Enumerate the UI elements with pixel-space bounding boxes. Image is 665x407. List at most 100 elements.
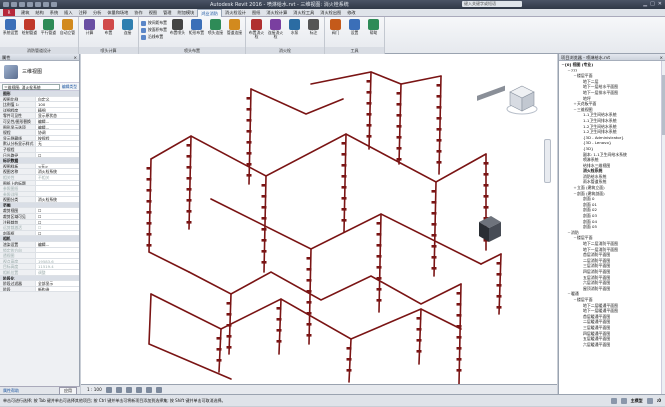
- pipe-fitting[interactable]: [186, 199, 192, 202]
- browser-node[interactable]: 六层暖通平面图: [559, 342, 665, 348]
- pipe-fitting[interactable]: [366, 80, 372, 83]
- pipe-fitting[interactable]: [306, 301, 312, 304]
- pipe-fitting[interactable]: [186, 166, 192, 169]
- edit-type-button[interactable]: 编辑类型: [62, 84, 77, 90]
- pipe-fitting[interactable]: [483, 184, 489, 187]
- pipe-segment[interactable]: [150, 133, 487, 183]
- property-value[interactable]: 协调: [36, 130, 79, 135]
- pipe-fitting[interactable]: [186, 155, 192, 158]
- pipe-fitting[interactable]: [306, 257, 312, 260]
- pipe-fitting[interactable]: [456, 347, 462, 350]
- tab-9[interactable]: 管理: [160, 9, 174, 17]
- viewcube[interactable]: [505, 82, 539, 118]
- property-value[interactable]: 100: [36, 102, 79, 107]
- pipe-fitting[interactable]: [483, 206, 489, 209]
- pipe-fitting[interactable]: [436, 106, 442, 109]
- tab-17[interactable]: 修改: [344, 9, 358, 17]
- save-icon[interactable]: [11, 2, 17, 7]
- close-icon[interactable]: ✕: [658, 1, 662, 7]
- pipe-fitting[interactable]: [456, 292, 462, 295]
- property-value[interactable]: <无>: [36, 163, 79, 169]
- pipe-fitting[interactable]: [226, 313, 232, 316]
- tab-5[interactable]: 分析: [90, 9, 104, 17]
- tab-3[interactable]: 插入: [61, 9, 75, 17]
- property-value[interactable]: 19583.6: [36, 258, 79, 264]
- visual-style-icon[interactable]: [115, 386, 122, 393]
- pipe-fitting[interactable]: [456, 303, 462, 306]
- pipe-fitting[interactable]: [246, 163, 252, 166]
- pipe-fitting[interactable]: [261, 250, 267, 253]
- pipe-fitting[interactable]: [456, 314, 462, 317]
- property-value[interactable]: ☐: [36, 230, 79, 236]
- pipe-segment[interactable]: [263, 175, 267, 273]
- pipe-fitting[interactable]: [226, 302, 232, 305]
- pipe-segment[interactable]: [188, 135, 192, 230]
- pipe-fitting[interactable]: [146, 167, 152, 170]
- tab-13[interactable]: 图纸: [249, 9, 263, 17]
- pipe-segment[interactable]: [308, 248, 312, 345]
- pipe-fitting[interactable]: [431, 212, 437, 215]
- property-value[interactable]: ☐: [36, 225, 79, 230]
- property-value[interactable]: 消火栓系统: [36, 169, 79, 174]
- pipe-segment[interactable]: [148, 158, 190, 273]
- pipe-fitting[interactable]: [483, 162, 489, 165]
- property-value[interactable]: 编辑...: [36, 242, 79, 247]
- pipe-fitting[interactable]: [146, 244, 152, 247]
- pipe-fitting[interactable]: [346, 369, 352, 372]
- pipe-fitting[interactable]: [436, 95, 442, 98]
- pipe-fitting[interactable]: [396, 136, 402, 139]
- pipe-fitting[interactable]: [431, 234, 437, 237]
- drawing-canvas[interactable]: [81, 54, 557, 384]
- tab-14[interactable]: 消火栓计算: [263, 9, 290, 17]
- pipe-fitting[interactable]: [341, 197, 347, 200]
- pipe-fitting[interactable]: [436, 139, 442, 142]
- pipe-fitting[interactable]: [246, 97, 252, 100]
- ribbon-small-button[interactable]: 沿线布置: [141, 34, 167, 40]
- property-value[interactable]: 精细: [36, 107, 79, 113]
- pipe-fitting[interactable]: [496, 262, 502, 265]
- pipe-fitting[interactable]: [456, 336, 462, 339]
- pipe-fitting[interactable]: [261, 195, 267, 198]
- pipe-fitting[interactable]: [396, 147, 402, 150]
- pipe-fitting[interactable]: [346, 358, 352, 361]
- pipe-fitting[interactable]: [376, 244, 382, 247]
- pipe-fitting[interactable]: [496, 295, 502, 298]
- property-value[interactable]: 调整: [36, 270, 79, 275]
- tab-11[interactable]: 鸿业消防: [197, 8, 222, 17]
- pipe-segment[interactable]: [310, 71, 442, 85]
- pipe-fitting[interactable]: [276, 307, 282, 310]
- property-value[interactable]: [36, 253, 79, 258]
- pipe-fitting[interactable]: [396, 158, 402, 161]
- pipe-fitting[interactable]: [261, 239, 267, 242]
- 3d-view-icon[interactable]: [51, 2, 57, 7]
- property-value[interactable]: [36, 146, 79, 152]
- pipe-fitting[interactable]: [366, 102, 372, 105]
- pipe-fitting[interactable]: [436, 117, 442, 120]
- pipe-fitting[interactable]: [436, 150, 442, 153]
- property-value[interactable]: ☐: [36, 219, 79, 225]
- measure-icon[interactable]: [43, 2, 49, 7]
- pipe-fitting[interactable]: [436, 84, 442, 87]
- pipe-fitting[interactable]: [436, 128, 442, 131]
- crop-view-icon[interactable]: [145, 386, 152, 393]
- property-value[interactable]: 全部显示: [36, 281, 79, 286]
- navigation-bar[interactable]: [544, 139, 551, 183]
- pipe-fitting[interactable]: [186, 210, 192, 213]
- tab-10[interactable]: 附加模块: [174, 9, 197, 17]
- pipe-fitting[interactable]: [376, 277, 382, 280]
- pipe-fitting[interactable]: [396, 103, 402, 106]
- pipe-fitting[interactable]: [186, 221, 192, 224]
- pipe-fitting[interactable]: [483, 173, 489, 176]
- pipe-fitting[interactable]: [261, 206, 267, 209]
- minimize-icon[interactable]: ▁: [643, 1, 647, 7]
- pipe-fitting[interactable]: [276, 329, 282, 332]
- pipe-fitting[interactable]: [341, 186, 347, 189]
- pipe-fitting[interactable]: [306, 312, 312, 315]
- pipe-segment[interactable]: [433, 181, 437, 277]
- pipe-fitting[interactable]: [376, 266, 382, 269]
- pipe-fitting[interactable]: [226, 346, 232, 349]
- pipe-fitting[interactable]: [306, 268, 312, 271]
- pipe-fitting[interactable]: [376, 288, 382, 291]
- pipe-fitting[interactable]: [306, 279, 312, 282]
- quick-access-toolbar[interactable]: [0, 2, 57, 7]
